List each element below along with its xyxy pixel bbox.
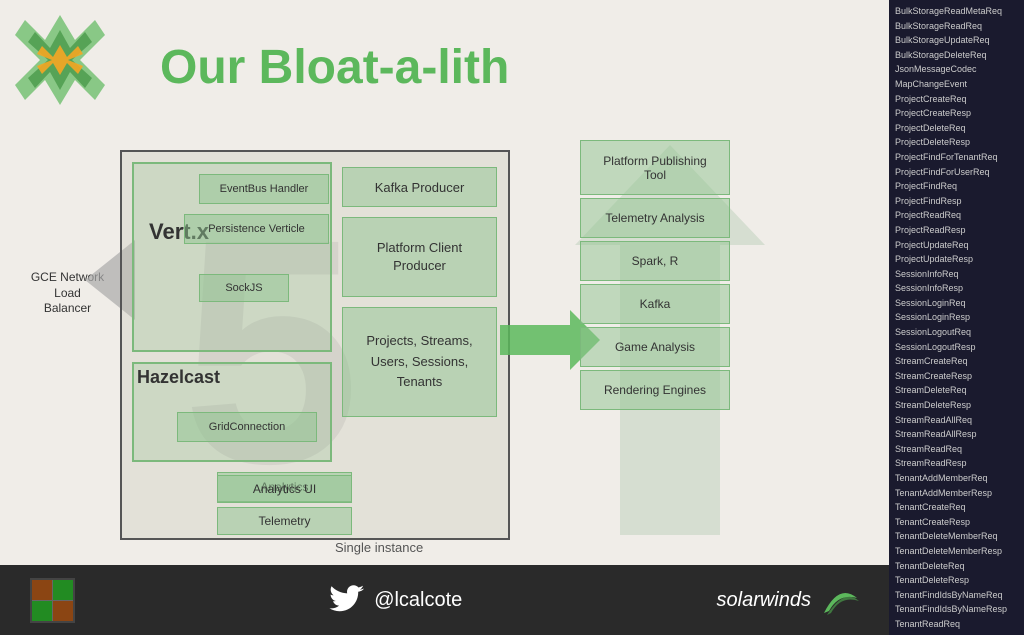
sidebar-item: TenantReadReq [891, 617, 1022, 632]
sidebar-item: SessionLoginReq [891, 296, 1022, 311]
sidebar-item: StreamReadReq [891, 442, 1022, 457]
sidebar-item: ProjectDeleteReq [891, 121, 1022, 136]
sidebar-item: StreamCreateReq [891, 354, 1022, 369]
sidebar-item: StreamReadAllReq [891, 413, 1022, 428]
diagram: GCE Network Load Balancer 5 Vert.x Event… [30, 140, 860, 570]
persistence-box: Persistence Verticle [184, 214, 329, 244]
sidebar-item: ProjectDeleteResp [891, 135, 1022, 150]
twitter-icon [329, 585, 364, 615]
sidebar-item: BulkStorageDeleteReq [891, 48, 1022, 63]
vertx-box: Vert.x EventBus Handler Persistence Vert… [132, 162, 332, 352]
sidebar-item: BulkStorageReadMetaReq [891, 4, 1022, 19]
sidebar-item: TenantReadResp [891, 632, 1022, 635]
gridconn-box: GridConnection [177, 412, 317, 442]
sidebar-item: BulkStorageUpdateReq [891, 33, 1022, 48]
sidebar-item: TenantFindIdsByNameReq [891, 588, 1022, 603]
page-title: Our Bloat-a-lith [160, 40, 509, 95]
solarwinds-icon [819, 583, 859, 618]
eventbus-box: EventBus Handler [199, 174, 329, 204]
service-box-2: Spark, R [580, 241, 730, 281]
sidebar-item: TenantDeleteReq [891, 559, 1022, 574]
kafka-producer-box: Kafka Producer [342, 167, 497, 207]
solarwinds-section: solarwinds [717, 583, 859, 618]
service-box-0: Platform PublishingTool [580, 140, 730, 195]
service-box-5: Rendering Engines [580, 370, 730, 410]
monolith-box: 5 Vert.x EventBus Handler Persistence Ve… [120, 150, 510, 540]
sidebar-item: TenantCreateReq [891, 500, 1022, 515]
sidebar-item: ProjectReadResp [891, 223, 1022, 238]
service-box-1: Telemetry Analysis [580, 198, 730, 238]
sidebar-item: SessionInfoReq [891, 267, 1022, 282]
sidebar-item: ProjectReadReq [891, 208, 1022, 223]
service-box-3: Kafka [580, 284, 730, 324]
hazelcast-label: Hazelcast [137, 367, 220, 388]
projects-box: Projects, Streams, Users, Sessions, Tena… [342, 307, 497, 417]
sidebar: BulkStorageReadMetaReqBulkStorageReadReq… [889, 0, 1024, 635]
sidebar-item: MapChangeEvent [891, 77, 1022, 92]
logo [10, 10, 110, 110]
single-instance-label: Single instance [335, 540, 423, 555]
sidebar-item: SessionLogoutReq [891, 325, 1022, 340]
sidebar-item: StreamReadAllResp [891, 427, 1022, 442]
sidebar-item: TenantDeleteMemberReq [891, 529, 1022, 544]
service-box-4: Game Analysis [580, 327, 730, 367]
sidebar-item: TenantDeleteResp [891, 573, 1022, 588]
sidebar-item: TenantFindIdsByNameResp [891, 602, 1022, 617]
sidebar-item: TenantAddMemberResp [891, 486, 1022, 501]
bottom-bar: @lcalcote solarwinds [0, 565, 889, 635]
sidebar-item: StreamReadResp [891, 456, 1022, 471]
sidebar-item: SessionLogoutResp [891, 340, 1022, 355]
services-stack: Platform PublishingTool Telemetry Analys… [580, 140, 735, 413]
sidebar-item: ProjectCreateResp [891, 106, 1022, 121]
sidebar-item: TenantAddMemberReq [891, 471, 1022, 486]
sidebar-item: BulkStorageReadReq [891, 19, 1022, 34]
telemetry-box: Telemetry [217, 507, 352, 535]
sidebar-item: StreamCreateResp [891, 369, 1022, 384]
minecraft-icon [30, 578, 75, 623]
sidebar-item: JsonMessageCodec [891, 62, 1022, 77]
sidebar-item: ProjectUpdateReq [891, 238, 1022, 253]
main-content: Our Bloat-a-lith GCE Network Load Balanc… [0, 0, 889, 635]
sidebar-item: SessionInfoResp [891, 281, 1022, 296]
sockjs-box: SockJS [199, 274, 289, 302]
twitter-handle: @lcalcote [374, 589, 462, 612]
analytics-ui-box: Analytics UI [217, 475, 352, 503]
sidebar-item: TenantDeleteMemberResp [891, 544, 1022, 559]
sidebar-item: ProjectCreateReq [891, 92, 1022, 107]
brand-name: solarwinds [717, 589, 811, 612]
sidebar-item: ProjectFindReq [891, 179, 1022, 194]
sidebar-item: ProjectFindResp [891, 194, 1022, 209]
sidebar-item: StreamDeleteReq [891, 383, 1022, 398]
sidebar-item: StreamDeleteResp [891, 398, 1022, 413]
sidebar-item: ProjectFindForTenantReq [891, 150, 1022, 165]
twitter-section: @lcalcote [329, 585, 462, 615]
sidebar-item: SessionLoginResp [891, 310, 1022, 325]
platform-client-box: Platform Client Producer [342, 217, 497, 297]
sidebar-item: ProjectUpdateResp [891, 252, 1022, 267]
sidebar-item: TenantCreateResp [891, 515, 1022, 530]
sidebar-item: ProjectFindForUserReq [891, 165, 1022, 180]
